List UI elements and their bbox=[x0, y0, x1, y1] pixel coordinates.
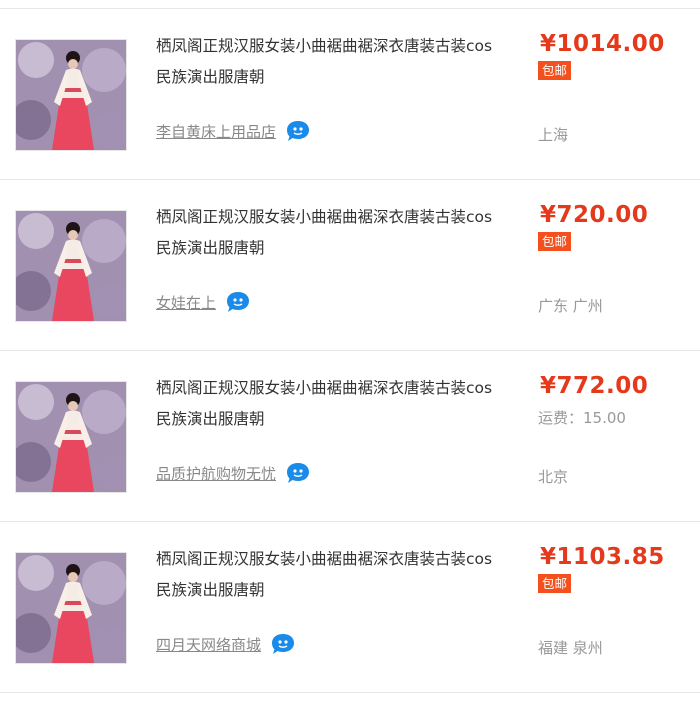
product-thumbnail[interactable] bbox=[15, 552, 127, 664]
shop-link-row: 品质护航购物无忧 bbox=[156, 461, 311, 485]
seller-location: 福建 泉州 bbox=[538, 639, 603, 657]
shop-link-row: 女娃在上 bbox=[156, 290, 251, 314]
product-row: 栖凤阁正规汉服女装小曲裾曲裾深衣唐装古装cos民族演出服唐朝 李自黄床上用品店 … bbox=[0, 9, 700, 180]
product-row: 栖凤阁正规汉服女装小曲裾曲裾深衣唐装古装cos民族演出服唐朝 四月天网络商城 ¥… bbox=[0, 522, 700, 693]
price: ¥772.00 bbox=[540, 373, 649, 399]
shop-link-row: 李自黄床上用品店 bbox=[156, 119, 311, 143]
price: ¥1014.00 bbox=[540, 31, 665, 57]
product-title[interactable]: 栖凤阁正规汉服女装小曲裾曲裾深衣唐装古装cos民族演出服唐朝 bbox=[156, 31, 501, 93]
product-title[interactable]: 栖凤阁正规汉服女装小曲裾曲裾深衣唐装古装cos民族演出服唐朝 bbox=[156, 373, 501, 435]
hanfu-photo-image bbox=[16, 211, 126, 321]
seller-location: 北京 bbox=[538, 468, 569, 486]
product-title[interactable]: 栖凤阁正规汉服女装小曲裾曲裾深衣唐装古装cos民族演出服唐朝 bbox=[156, 202, 501, 264]
seller-location: 广东 广州 bbox=[538, 297, 603, 315]
wangwang-chat-icon[interactable] bbox=[270, 632, 296, 656]
hanfu-photo-image bbox=[16, 553, 126, 663]
product-title[interactable]: 栖凤阁正规汉服女装小曲裾曲裾深衣唐装古装cos民族演出服唐朝 bbox=[156, 544, 501, 606]
wangwang-chat-icon[interactable] bbox=[285, 119, 311, 143]
shop-name-link[interactable]: 品质护航购物无忧 bbox=[156, 463, 276, 484]
product-thumbnail[interactable] bbox=[15, 381, 127, 493]
hanfu-photo-image bbox=[16, 40, 126, 150]
wangwang-chat-icon[interactable] bbox=[225, 290, 251, 314]
shipping-fee: 运费：15.00 bbox=[538, 409, 626, 427]
product-thumbnail[interactable] bbox=[15, 210, 127, 322]
hanfu-photo-image bbox=[16, 382, 126, 492]
product-list: 栖凤阁正规汉服女装小曲裾曲裾深衣唐装古装cos民族演出服唐朝 李自黄床上用品店 … bbox=[0, 9, 700, 693]
wangwang-chat-icon[interactable] bbox=[285, 461, 311, 485]
free-shipping-badge: 包邮 bbox=[538, 61, 572, 80]
shop-link-row: 四月天网络商城 bbox=[156, 632, 296, 656]
free-shipping-badge: 包邮 bbox=[538, 574, 572, 593]
shop-name-link[interactable]: 女娃在上 bbox=[156, 292, 216, 313]
price: ¥720.00 bbox=[540, 202, 649, 228]
product-thumbnail[interactable] bbox=[15, 39, 127, 151]
product-row: 栖凤阁正规汉服女装小曲裾曲裾深衣唐装古装cos民族演出服唐朝 品质护航购物无忧 … bbox=[0, 351, 700, 522]
shop-name-link[interactable]: 四月天网络商城 bbox=[156, 634, 261, 655]
shop-name-link[interactable]: 李自黄床上用品店 bbox=[156, 121, 276, 142]
price: ¥1103.85 bbox=[540, 544, 665, 570]
product-row: 栖凤阁正规汉服女装小曲裾曲裾深衣唐装古装cos民族演出服唐朝 女娃在上 ¥720… bbox=[0, 180, 700, 351]
free-shipping-badge: 包邮 bbox=[538, 232, 572, 251]
seller-location: 上海 bbox=[538, 126, 569, 144]
